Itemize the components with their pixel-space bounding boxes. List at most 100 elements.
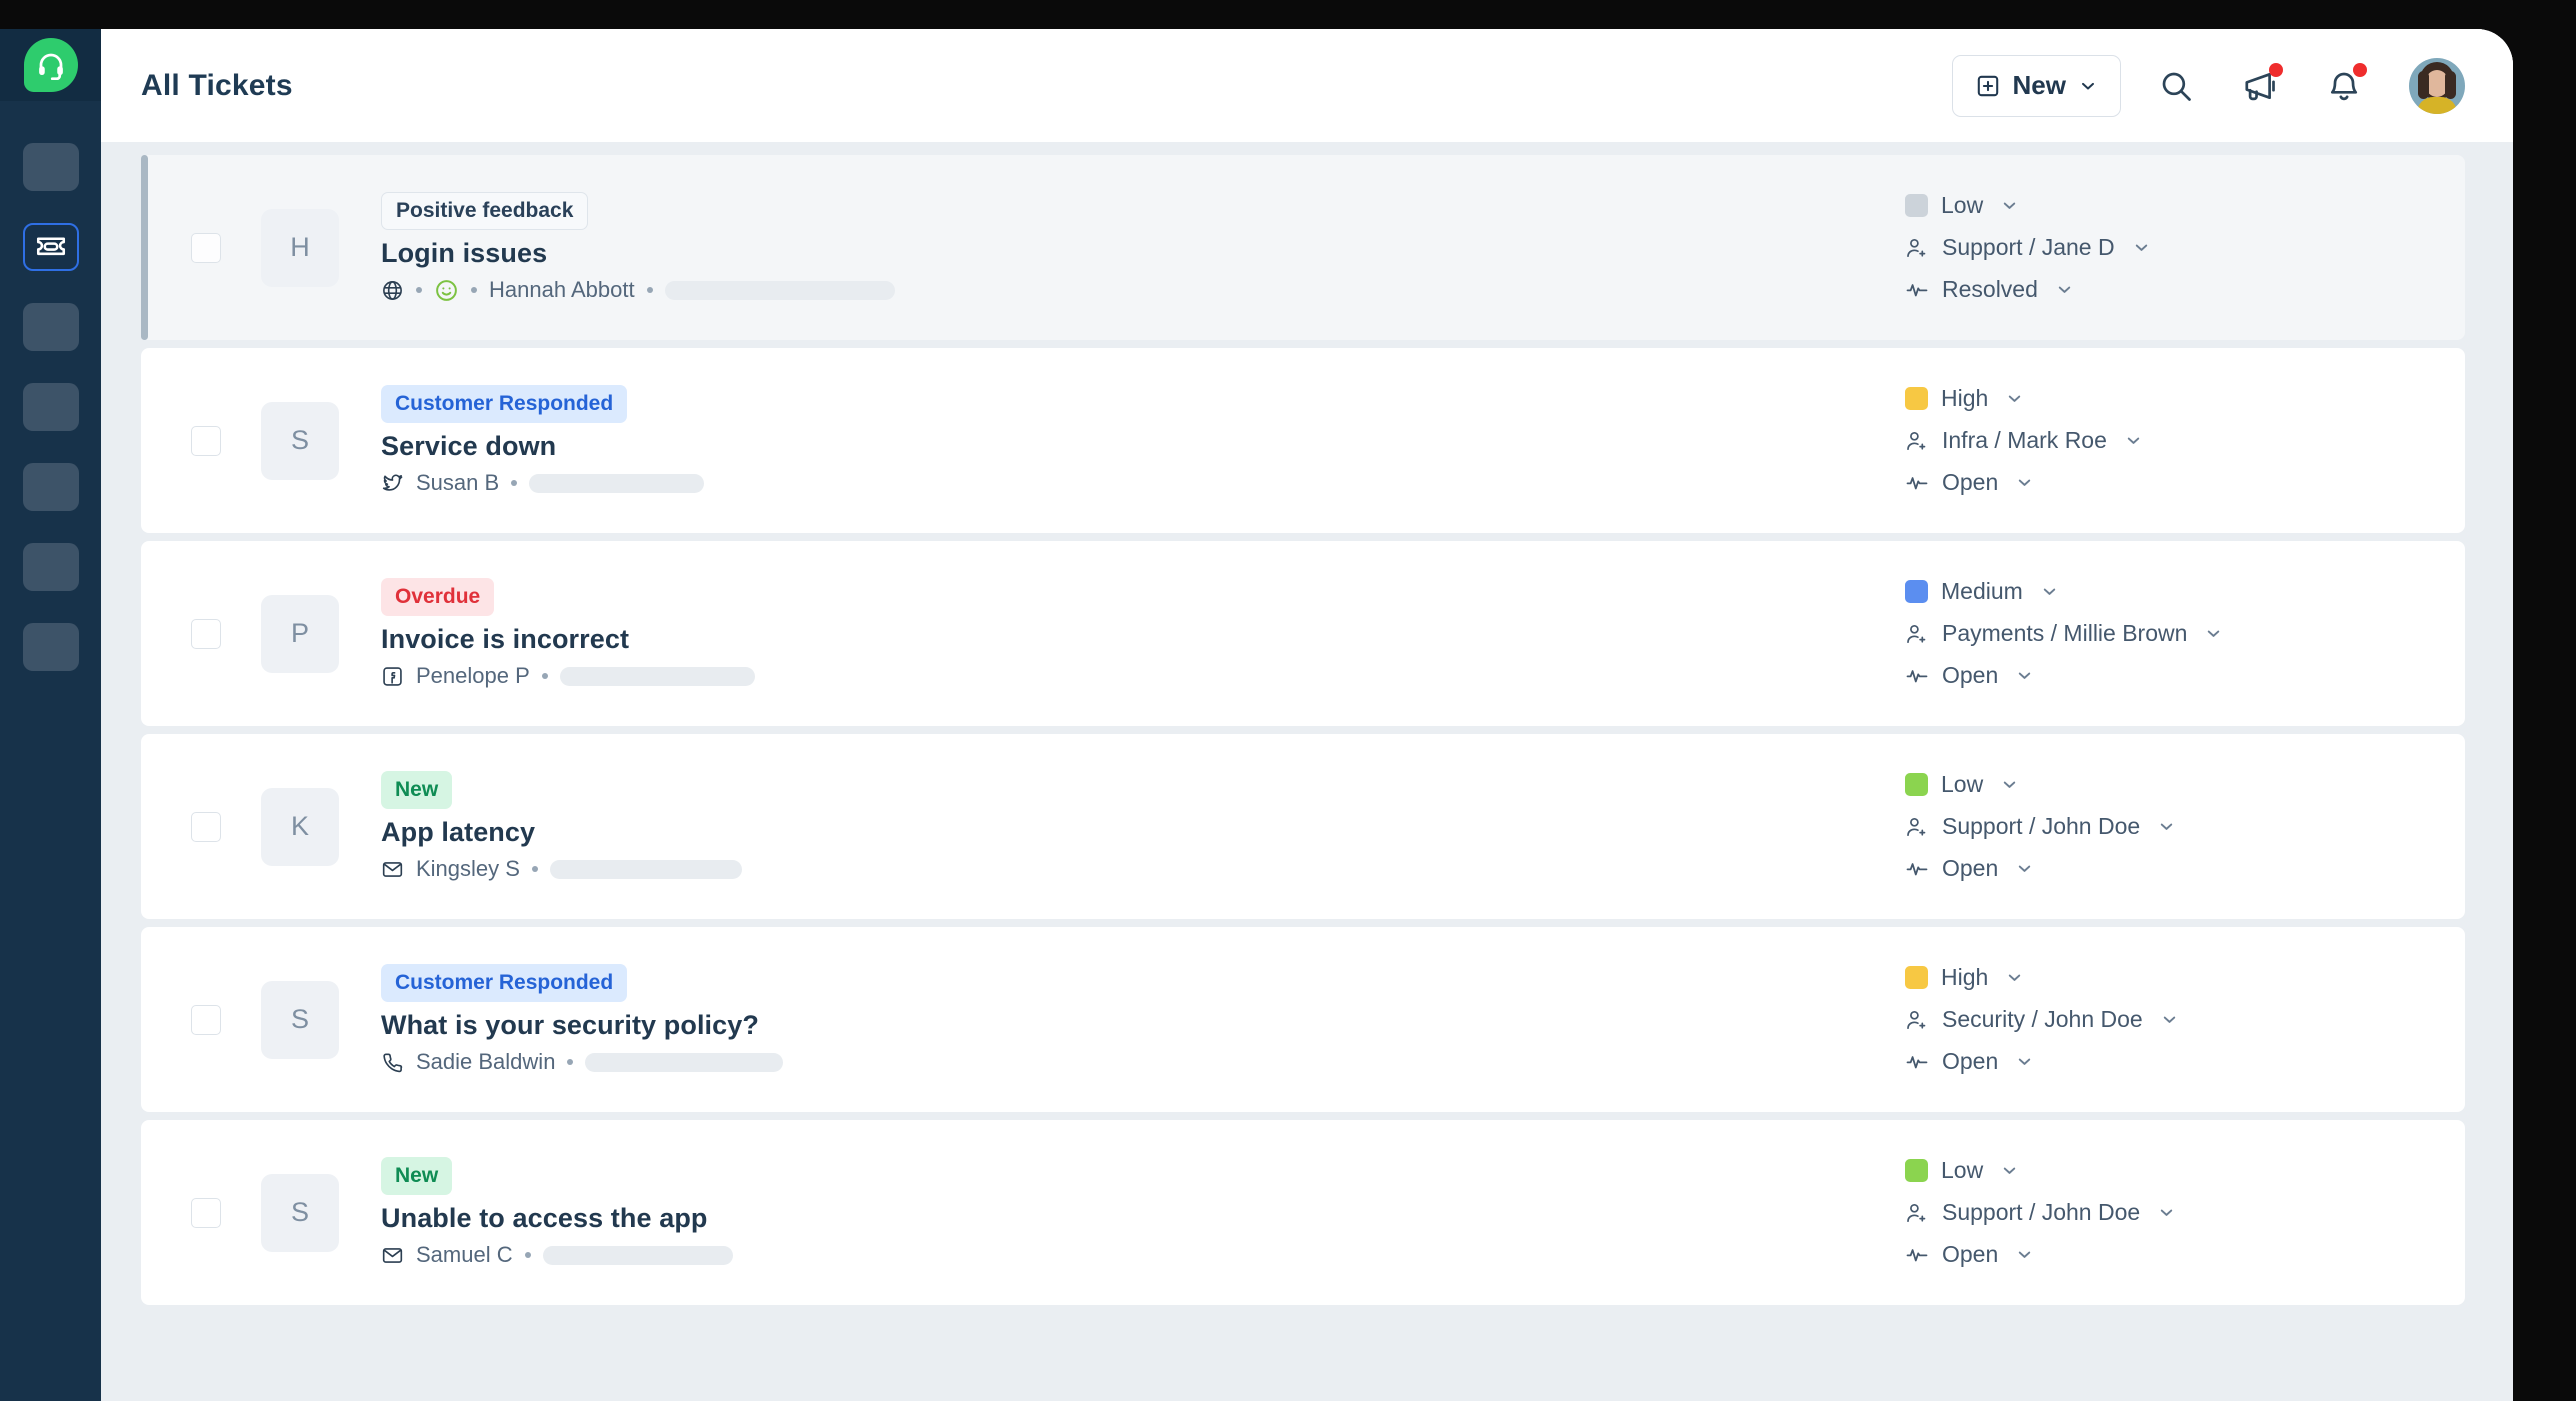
priority-swatch — [1905, 387, 1928, 410]
sidebar-item-placeholder-1[interactable] — [22, 143, 79, 191]
table-row[interactable]: S New Unable to access the app Samuel C … — [141, 1120, 2465, 1305]
row-checkbox[interactable] — [191, 811, 221, 842]
sidebar-item-tickets[interactable] — [22, 223, 79, 271]
sidebar — [0, 29, 101, 1401]
status-selector[interactable]: Open — [1905, 469, 2034, 496]
assignee-selector[interactable]: Infra / Mark Roe — [1905, 427, 2143, 454]
separator-dot — [646, 287, 653, 293]
table-row[interactable]: S Customer Responded What is your securi… — [141, 927, 2465, 1112]
smiley-happy-icon — [434, 278, 459, 303]
chevron-down-icon — [2082, 82, 2094, 89]
priority-selector[interactable]: Low — [1905, 192, 2019, 219]
row-accent-bar — [141, 1120, 148, 1305]
priority-label: Medium — [1941, 578, 2023, 604]
table-row[interactable]: H Positive feedback Login issues Hannah … — [141, 155, 2465, 340]
priority-swatch — [1905, 580, 1928, 603]
chevron-down-icon — [2124, 431, 2143, 450]
topbar-actions: New — [1951, 54, 2465, 117]
avatar: S — [261, 401, 339, 480]
priority-selector[interactable]: High — [1905, 964, 2024, 991]
priority-selector[interactable]: Low — [1905, 771, 2019, 798]
row-checkbox[interactable] — [191, 232, 221, 263]
priority-selector[interactable]: Medium — [1905, 578, 2059, 605]
requester-name: Sadie Baldwin — [416, 1049, 556, 1074]
status-selector[interactable]: Open — [1905, 855, 2034, 882]
envelope-icon — [381, 858, 404, 881]
status-label: Open — [1942, 1048, 1999, 1074]
announcements-button[interactable] — [2231, 57, 2289, 115]
device-frame: All Tickets New H Positive feedback Logi… — [0, 0, 2576, 1401]
status-badge: Positive feedback — [381, 192, 589, 230]
requester-name: Hannah Abbott — [489, 277, 635, 302]
row-checkbox[interactable] — [191, 1004, 221, 1035]
priority-selector[interactable]: Low — [1905, 1157, 2019, 1184]
row-accent-bar — [141, 348, 148, 533]
search-button[interactable] — [2147, 57, 2205, 115]
status-icon — [1905, 471, 1929, 495]
sidebar-item-placeholder-5[interactable] — [22, 543, 79, 591]
sidebar-item-placeholder-6[interactable] — [22, 623, 79, 671]
chevron-down-icon — [2015, 1052, 2034, 1071]
separator-dot — [531, 866, 538, 872]
assignee-label: Support / John Doe — [1942, 813, 2141, 839]
row-metadata: High Infra / Mark Roe Open — [1905, 385, 2465, 496]
chevron-down-icon — [2000, 775, 2019, 794]
chevron-down-icon — [2157, 817, 2176, 836]
chevron-down-icon — [2040, 582, 2059, 601]
status-selector[interactable]: Open — [1905, 662, 2034, 689]
status-badge: Customer Responded — [381, 964, 628, 1002]
ticket-title[interactable]: Login issues — [381, 238, 1905, 269]
row-metadata: High Security / John Doe Open — [1905, 964, 2465, 1075]
status-selector[interactable]: Open — [1905, 1241, 2034, 1268]
requester-name: Samuel C — [416, 1242, 513, 1267]
row-body: Overdue Invoice is incorrect Penelope P — [381, 578, 1905, 689]
ticket-title[interactable]: Service down — [381, 431, 1905, 462]
priority-swatch — [1905, 773, 1928, 796]
priority-selector[interactable]: High — [1905, 385, 2024, 412]
status-label: Open — [1942, 1241, 1999, 1267]
table-row[interactable]: K New App latency Kingsley S Low Support — [141, 734, 2465, 919]
status-badge: New — [381, 771, 453, 809]
ticket-title[interactable]: Invoice is incorrect — [381, 624, 1905, 655]
main-area: All Tickets New H Positive feedback Logi… — [101, 29, 2513, 1401]
assignee-selector[interactable]: Security / John Doe — [1905, 1006, 2179, 1033]
separator-dot — [541, 673, 548, 679]
phone-icon — [381, 1051, 404, 1074]
chevron-down-icon — [2160, 1010, 2179, 1029]
ticket-title[interactable]: App latency — [381, 817, 1905, 848]
avatar[interactable] — [2409, 57, 2465, 114]
row-checkbox[interactable] — [191, 1197, 221, 1228]
ticket-title[interactable]: What is your security policy? — [381, 1010, 1905, 1041]
headset-icon — [38, 53, 63, 80]
priority-label: Low — [1941, 771, 1984, 797]
assignee-icon — [1905, 815, 1929, 839]
table-row[interactable]: S Customer Responded Service down Susan … — [141, 348, 2465, 533]
row-accent-bar — [141, 155, 148, 340]
status-selector[interactable]: Resolved — [1905, 276, 2074, 303]
chevron-down-icon — [2015, 666, 2034, 685]
sidebar-logo[interactable] — [0, 29, 101, 101]
assignee-selector[interactable]: Support / John Doe — [1905, 1199, 2176, 1226]
row-metadata: Low Support / John Doe Open — [1905, 771, 2465, 882]
plus-square-icon — [1977, 75, 1998, 96]
assignee-icon — [1905, 236, 1929, 260]
timestamp-placeholder — [529, 473, 705, 493]
table-row[interactable]: P Overdue Invoice is incorrect Penelope … — [141, 541, 2465, 726]
row-accent-bar — [141, 541, 148, 726]
chevron-down-icon — [2204, 624, 2223, 643]
new-button[interactable]: New — [1951, 54, 2121, 117]
chevron-down-icon — [2015, 1245, 2034, 1264]
sidebar-item-placeholder-2[interactable] — [22, 303, 79, 351]
notifications-button[interactable] — [2315, 57, 2373, 115]
row-metadata: Medium Payments / Millie Brown Open — [1905, 578, 2465, 689]
row-checkbox[interactable] — [191, 425, 221, 456]
status-selector[interactable]: Open — [1905, 1048, 2034, 1075]
sidebar-item-placeholder-3[interactable] — [22, 383, 79, 431]
assignee-selector[interactable]: Support / John Doe — [1905, 813, 2176, 840]
assignee-selector[interactable]: Support / Jane D — [1905, 234, 2151, 261]
separator-dot — [567, 1059, 574, 1065]
row-checkbox[interactable] — [191, 618, 221, 649]
ticket-title[interactable]: Unable to access the app — [381, 1203, 1905, 1234]
assignee-selector[interactable]: Payments / Millie Brown — [1905, 620, 2223, 647]
sidebar-item-placeholder-4[interactable] — [22, 463, 79, 511]
